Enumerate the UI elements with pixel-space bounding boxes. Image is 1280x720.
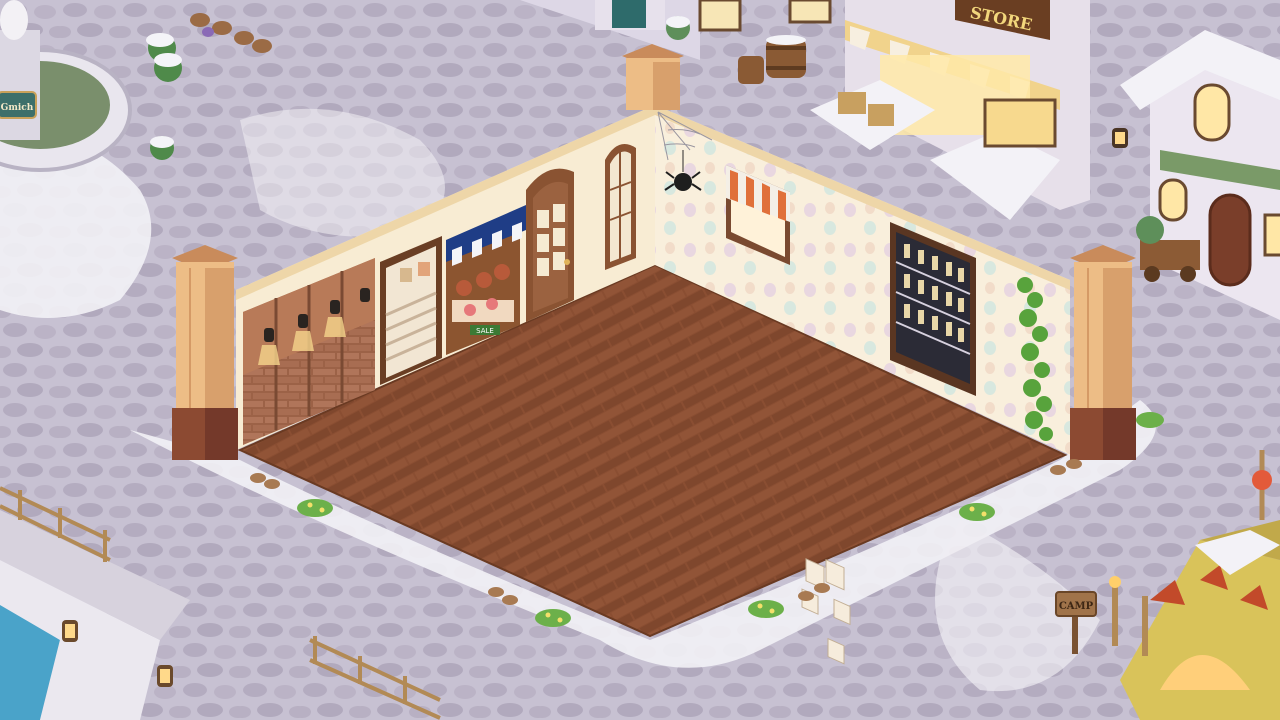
- camp-sign: CAMP: [1059, 601, 1094, 612]
- arched-window[interactable]: [605, 144, 636, 270]
- arched-door[interactable]: [526, 168, 574, 322]
- fountain-plaque: Gmich: [1, 103, 34, 113]
- pillar-back: [622, 44, 684, 110]
- pillar-right: [1070, 245, 1136, 460]
- game-scene: Gmich STORE CAMP SALE: [0, 0, 1280, 720]
- stall-banner: SALE: [476, 327, 494, 335]
- pillar-left: [172, 245, 238, 460]
